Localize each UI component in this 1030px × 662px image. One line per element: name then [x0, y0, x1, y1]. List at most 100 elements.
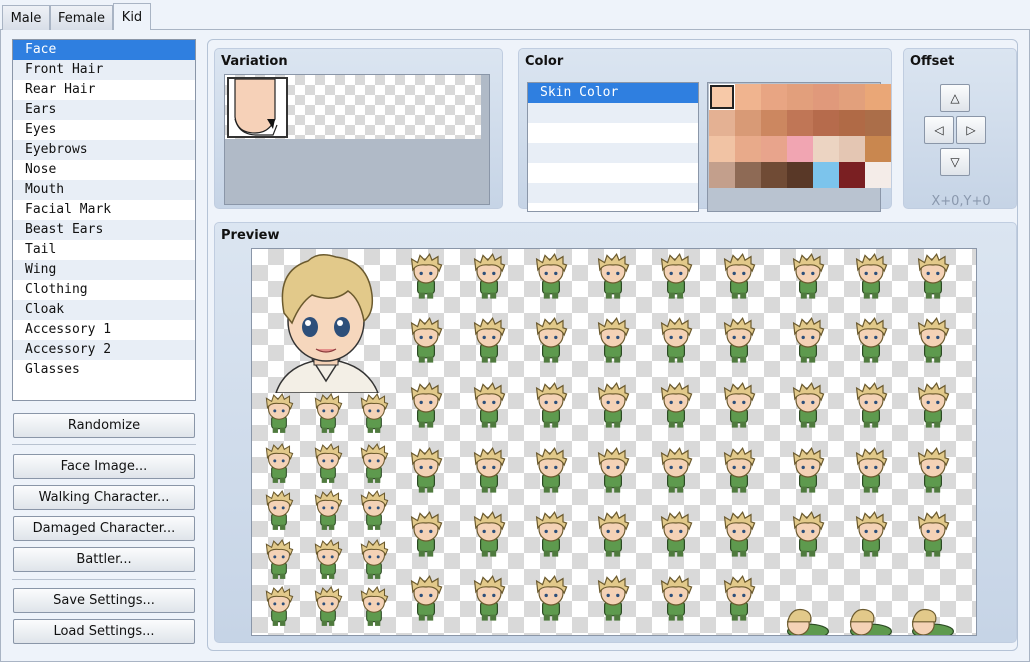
variation-group: Variation [214, 48, 503, 209]
save-settings-button[interactable]: Save Settings... [13, 588, 195, 613]
color-swatch[interactable] [787, 84, 813, 110]
color-swatch[interactable] [709, 84, 735, 110]
color-swatch[interactable] [761, 84, 787, 110]
separator [12, 579, 196, 580]
part-item-clothing[interactable]: Clothing [13, 280, 195, 300]
part-item-rear-hair[interactable]: Rear Hair [13, 80, 195, 100]
part-item-glasses[interactable]: Glasses [13, 360, 195, 380]
variation-list[interactable] [224, 74, 490, 205]
walking-sprite-icon [917, 317, 950, 363]
color-list[interactable]: Skin Color [527, 82, 699, 212]
color-swatch[interactable] [865, 136, 891, 162]
color-swatch[interactable] [865, 84, 891, 110]
color-swatch[interactable] [735, 84, 761, 110]
walking-sprite-icon [786, 608, 829, 635]
offset-up-button[interactable]: △ [940, 84, 970, 112]
color-swatch[interactable] [839, 84, 865, 110]
color-swatch[interactable] [735, 162, 761, 188]
offset-group: Offset △ ◁ ▷ ▽ X+0,Y+0 [903, 48, 1017, 209]
generator-panel: Variation Color Skin Color Offset △ ◁ ▷ … [207, 39, 1018, 651]
color-swatch[interactable] [735, 110, 761, 136]
triangle-up-icon: △ [950, 91, 960, 105]
walking-sprite-icon [792, 317, 825, 363]
offset-down-button[interactable]: ▽ [940, 148, 970, 176]
color-swatch[interactable] [813, 162, 839, 188]
walking-sprite-icon [410, 253, 443, 299]
part-item-accessory-2[interactable]: Accessory 2 [13, 340, 195, 360]
walking-sprite-icon [473, 447, 506, 493]
offset-right-button[interactable]: ▷ [956, 116, 986, 144]
preview-title: Preview [221, 228, 280, 243]
color-item-empty [528, 183, 698, 203]
walking-character-button[interactable]: Walking Character... [13, 485, 195, 510]
damaged-sprite-icon [265, 443, 294, 483]
battler-button[interactable]: Battler... [13, 547, 195, 572]
color-swatch[interactable] [709, 162, 735, 188]
walking-sprite-icon [660, 317, 693, 363]
offset-left-button[interactable]: ◁ [924, 116, 954, 144]
part-item-eyebrows[interactable]: Eyebrows [13, 140, 195, 160]
color-item-skin-color[interactable]: Skin Color [528, 83, 698, 103]
load-settings-button[interactable]: Load Settings... [13, 619, 195, 644]
walking-sprite-icon [917, 447, 950, 493]
triangle-left-icon: ◁ [934, 123, 944, 137]
walking-sprite-icon [723, 253, 756, 299]
part-item-nose[interactable]: Nose [13, 160, 195, 180]
part-item-eyes[interactable]: Eyes [13, 120, 195, 140]
damaged-sprite-icon [265, 539, 294, 579]
face-portrait-icon [275, 254, 379, 393]
color-item-empty [528, 143, 698, 163]
color-swatch[interactable] [709, 110, 735, 136]
color-swatch[interactable] [735, 136, 761, 162]
randomize-button[interactable]: Randomize [13, 413, 195, 438]
preview-group: Preview [214, 222, 1017, 643]
walking-sprite-icon [855, 511, 888, 557]
color-swatch[interactable] [787, 110, 813, 136]
color-swatch[interactable] [709, 136, 735, 162]
walking-sprite-icon [911, 608, 954, 635]
color-palette[interactable] [707, 82, 891, 212]
walking-sprite-icon [535, 575, 568, 621]
part-item-ears[interactable]: Ears [13, 100, 195, 120]
part-item-cloak[interactable]: Cloak [13, 300, 195, 320]
tab-male[interactable]: Male [2, 5, 50, 30]
walking-sprite-icon [473, 382, 506, 428]
parts-list[interactable]: Face Front Hair Rear Hair Ears Eyes Eyebrows N… [12, 39, 196, 401]
walking-sprite-icon [849, 608, 892, 635]
walking-sprite-icon [723, 317, 756, 363]
color-swatch[interactable] [839, 162, 865, 188]
part-item-mouth[interactable]: Mouth [13, 180, 195, 200]
color-swatch[interactable] [839, 136, 865, 162]
face-image-button[interactable]: Face Image... [13, 454, 195, 479]
part-item-face[interactable]: Face [13, 40, 195, 60]
walking-sprite-icon [535, 382, 568, 428]
walking-sprite-icon [792, 253, 825, 299]
color-title: Color [525, 54, 564, 69]
color-swatch[interactable] [813, 110, 839, 136]
color-swatch[interactable] [787, 162, 813, 188]
part-item-facial-mark[interactable]: Facial Mark [13, 200, 195, 220]
walking-sprite-icon [917, 382, 950, 428]
tab-kid[interactable]: Kid [113, 3, 151, 31]
tab-bar: Male Female Kid [0, 0, 1030, 31]
color-swatch[interactable] [865, 110, 891, 136]
walking-sprite-icon [660, 253, 693, 299]
tab-female[interactable]: Female [50, 5, 113, 30]
color-swatch[interactable] [813, 136, 839, 162]
color-swatch[interactable] [865, 162, 891, 188]
color-swatch[interactable] [813, 84, 839, 110]
part-item-wing[interactable]: Wing [13, 260, 195, 280]
color-swatch[interactable] [787, 136, 813, 162]
part-item-beast-ears[interactable]: Beast Ears [13, 220, 195, 240]
color-swatch[interactable] [761, 136, 787, 162]
part-item-front-hair[interactable]: Front Hair [13, 60, 195, 80]
part-item-tail[interactable]: Tail [13, 240, 195, 260]
part-item-accessory-1[interactable]: Accessory 1 [13, 320, 195, 340]
color-swatch[interactable] [761, 162, 787, 188]
walking-sprite-icon [473, 253, 506, 299]
color-swatch[interactable] [839, 110, 865, 136]
variation-item-selected[interactable] [227, 77, 288, 138]
walking-sprite-icon [597, 511, 630, 557]
color-swatch[interactable] [761, 110, 787, 136]
damaged-character-button[interactable]: Damaged Character... [13, 516, 195, 541]
